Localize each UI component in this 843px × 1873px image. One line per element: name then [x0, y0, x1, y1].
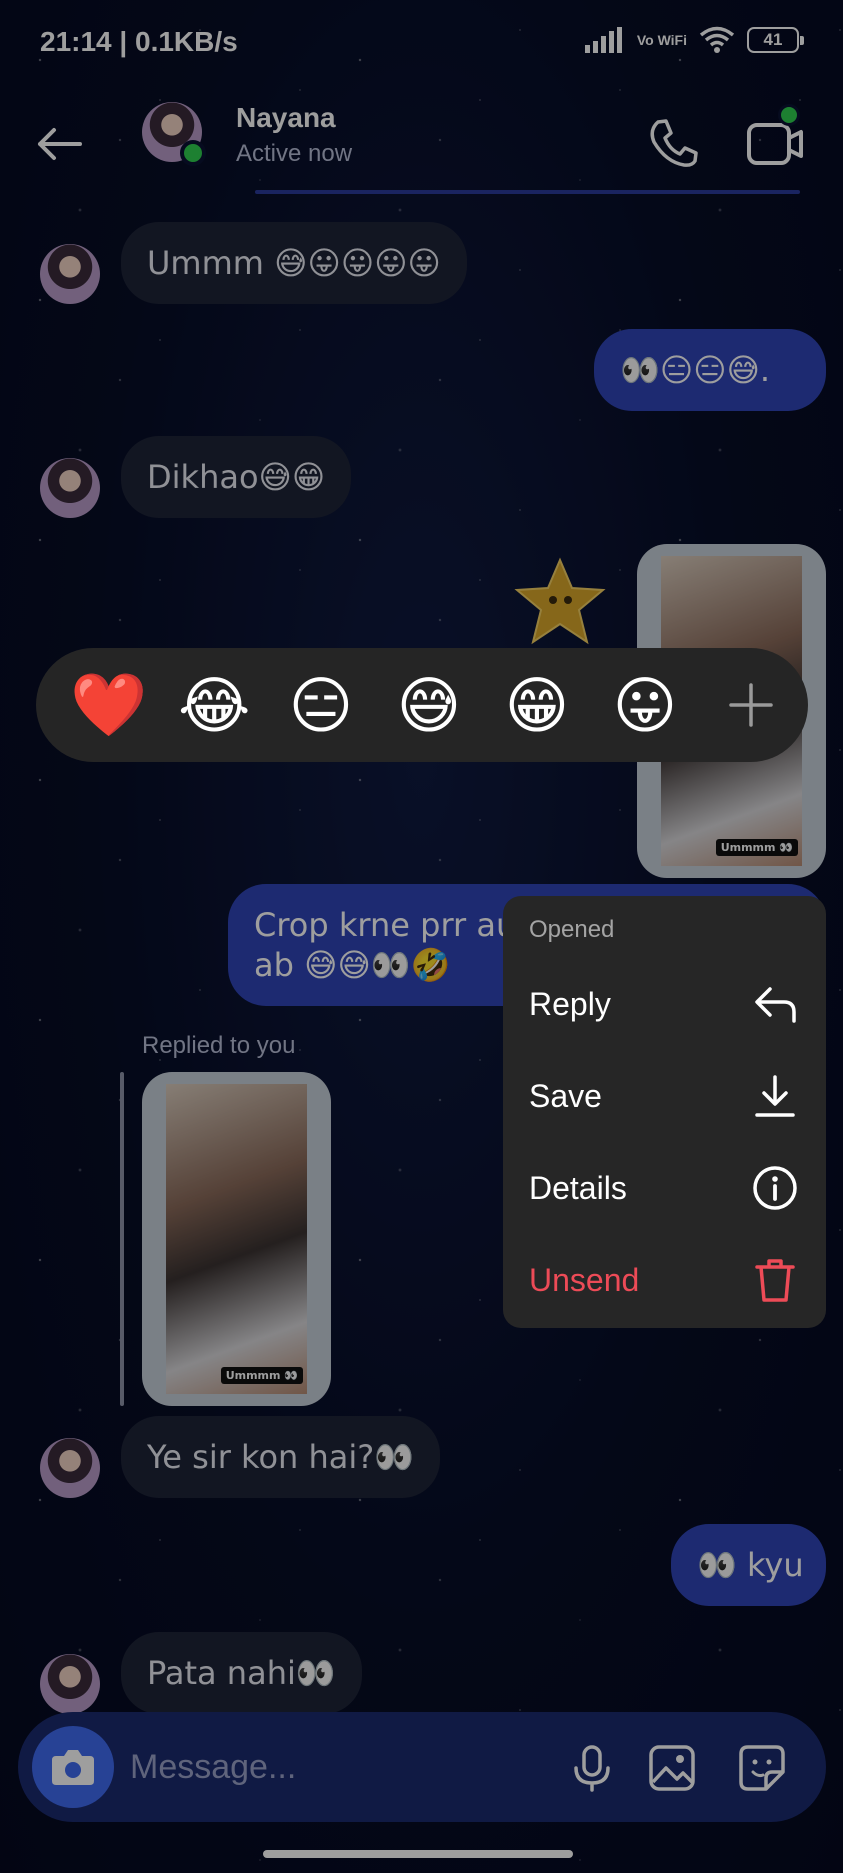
microphone-icon[interactable] — [566, 1742, 618, 1794]
menu-item-label: Save — [529, 1077, 602, 1114]
message-input[interactable] — [130, 1738, 570, 1796]
photo-preview: Ummmm 👀 — [166, 1084, 307, 1394]
message-seen-status: Opened — [529, 916, 615, 943]
incoming-message[interactable]: Ye sir kon hai?👀 — [121, 1416, 441, 1498]
unsend-menu-item[interactable]: Unsend — [503, 1234, 826, 1326]
message-composer — [18, 1712, 826, 1822]
incoming-message[interactable]: Ummm 😅😛😛😛😛 — [121, 222, 467, 304]
chat-header: Nayana Active now — [0, 90, 843, 200]
outgoing-message[interactable]: 👀 kyu — [671, 1524, 826, 1606]
replied-label: Replied to you — [142, 1032, 296, 1059]
battery-icon: 41 — [747, 27, 804, 53]
menu-item-label: Details — [529, 1169, 627, 1206]
contact-active-status: Active now — [236, 140, 353, 167]
message-context-menu: Opened Reply Save Details Unsend — [503, 896, 826, 1328]
phone-call-icon[interactable] — [638, 108, 708, 178]
reaction-grin[interactable]: 😁 — [502, 669, 572, 742]
reaction-tongue[interactable]: 😛 — [610, 669, 680, 742]
reaction-picker: ❤️ 😂 😑 😅 😁 😛 — [36, 648, 808, 762]
add-reaction-plus-icon[interactable] — [726, 680, 776, 730]
home-indicator[interactable] — [263, 1850, 573, 1858]
signal-icon — [584, 27, 622, 53]
save-menu-item[interactable]: Save — [503, 1050, 826, 1142]
download-icon — [755, 1075, 795, 1117]
reaction-laughing[interactable]: 😂 — [178, 669, 250, 742]
contact-name[interactable]: Nayana — [236, 102, 336, 134]
status-icons: Vo WiFi 41 — [584, 26, 804, 54]
reaction-expressionless[interactable]: 😑 — [286, 669, 356, 742]
reaction-heart[interactable]: ❤️ — [70, 668, 147, 742]
menu-item-label: Reply — [529, 985, 611, 1022]
sender-avatar[interactable] — [40, 244, 100, 304]
sender-avatar[interactable] — [40, 1654, 100, 1714]
reaction-sweat-smile[interactable]: 😅 — [394, 669, 464, 742]
reply-quote-bar — [120, 1072, 124, 1406]
camera-icon — [52, 1750, 94, 1785]
trash-icon — [755, 1259, 795, 1302]
photo-caption-tag: Ummmm 👀 — [220, 1367, 303, 1384]
previous-message-edge — [255, 190, 800, 194]
details-menu-item[interactable]: Details — [503, 1142, 826, 1234]
video-call-icon[interactable] — [740, 108, 810, 178]
wifi-icon — [699, 26, 735, 53]
status-bar: 21:14 | 0.1KB/s Vo WiFi 41 — [0, 0, 843, 90]
camera-button[interactable] — [32, 1726, 114, 1808]
replied-photo[interactable]: Ummmm 👀 — [142, 1072, 331, 1406]
star-sticker-icon — [514, 557, 606, 645]
reply-icon — [755, 987, 796, 1023]
outgoing-message[interactable]: 👀😑😑😅. — [594, 329, 826, 411]
photo-caption-tag: Ummmm 👀 — [715, 839, 798, 856]
back-arrow-icon[interactable] — [32, 116, 88, 172]
menu-item-label: Unsend — [529, 1261, 640, 1298]
info-icon — [753, 1166, 797, 1210]
sender-avatar[interactable] — [40, 1438, 100, 1498]
reply-menu-item[interactable]: Reply — [503, 958, 826, 1050]
sticker-icon[interactable] — [736, 1742, 788, 1794]
sender-avatar[interactable] — [40, 458, 100, 518]
vowifi-label: Vo WiFi — [636, 32, 687, 48]
online-status-dot — [180, 140, 206, 166]
gallery-icon[interactable] — [646, 1742, 698, 1794]
video-active-dot — [778, 104, 800, 126]
status-time: 21:14 | 0.1KB/s — [40, 26, 238, 57]
incoming-message[interactable]: Dikhao😅😁 — [121, 436, 352, 518]
incoming-message[interactable]: Pata nahi👀 — [121, 1632, 362, 1714]
